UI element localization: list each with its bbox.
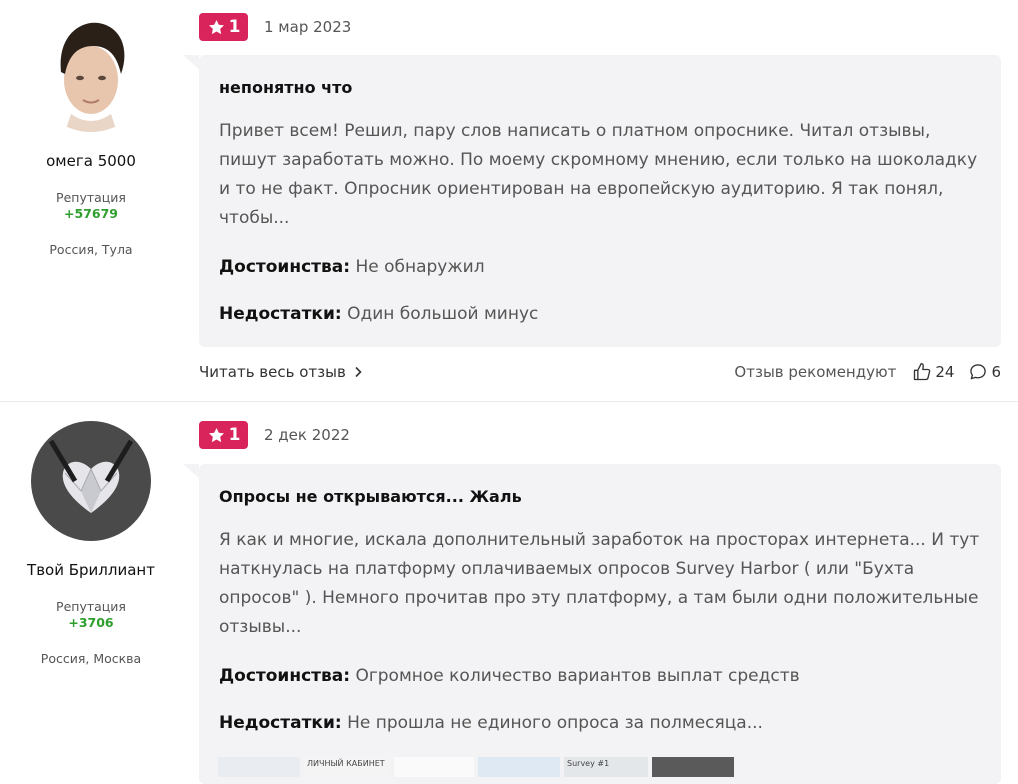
review-image[interactable] <box>652 757 734 777</box>
review-cons: Недостатки: Один большой минус <box>219 302 981 326</box>
comments-button[interactable]: 6 <box>968 362 1001 382</box>
reputation-label: Репутация <box>56 599 126 614</box>
star-icon <box>208 427 224 442</box>
author-location: Россия, Тула <box>49 242 133 257</box>
review-item: Твой Бриллиант Репутация +3706 Россия, М… <box>0 402 1018 784</box>
pros-label: Достоинства: <box>219 666 351 686</box>
review-meta: 1 1 мар 2023 <box>199 13 351 41</box>
review-text: Я как и многие, искала дополнительный за… <box>219 530 980 637</box>
review-image[interactable] <box>218 757 300 777</box>
review-pros: Достоинства: Огромное количество вариант… <box>219 664 981 688</box>
comment-count: 6 <box>991 363 1001 381</box>
like-count: 24 <box>935 363 955 381</box>
pros-label: Достоинства: <box>219 257 351 277</box>
review-card: непонятно что Привет всем! Решил, пару с… <box>183 55 1001 347</box>
pros-text: Огромное количество вариантов выплат сре… <box>355 666 800 686</box>
author-location: Россия, Москва <box>40 651 142 666</box>
chevron-right-icon <box>355 366 362 378</box>
author-name[interactable]: Твой Бриллиант <box>0 561 182 579</box>
review-item: омега 5000 Репутация +57679 Россия, Тула… <box>0 0 1018 402</box>
review-date: 1 мар 2023 <box>264 18 352 36</box>
review-cons: Недостатки: Не прошла не единого опроса … <box>219 711 981 735</box>
review-image[interactable]: Survey #1 <box>564 757 648 777</box>
recommend-label: Отзыв рекомендуют <box>734 363 897 381</box>
review-image[interactable]: ЛИЧНЫЙ КАБИНЕТ <box>304 757 390 777</box>
avatar[interactable] <box>31 421 151 541</box>
cons-text: Один большой минус <box>347 304 539 324</box>
read-more-link[interactable]: Читать весь отзыв <box>199 363 363 381</box>
review-author: Твой Бриллиант Репутация +3706 Россия, М… <box>0 421 182 666</box>
cons-label: Недостатки: <box>219 713 342 733</box>
star-icon <box>208 19 224 34</box>
rating-badge: 1 <box>199 13 248 41</box>
rating-value: 1 <box>228 425 241 445</box>
comment-icon <box>970 364 987 380</box>
read-more-label: Читать весь отзыв <box>199 363 346 381</box>
cons-text: Не прошла не единого опроса за полмесяца… <box>347 713 763 733</box>
review-text: Привет всем! Решил, пару слов написать о… <box>219 121 978 228</box>
pros-text: Не обнаружил <box>355 257 485 277</box>
review-images: ЛИЧНЫЙ КАБИНЕТ Survey #1 <box>218 757 734 777</box>
cons-label: Недостатки: <box>219 304 342 324</box>
reputation-label: Репутация <box>56 190 126 205</box>
review-pros: Достоинства: Не обнаружил <box>219 255 981 279</box>
rating-badge: 1 <box>199 421 248 449</box>
like-button[interactable]: 24 <box>912 362 954 382</box>
reputation-value: +3706 <box>68 615 114 630</box>
review-author: омега 5000 Репутация +57679 Россия, Тула <box>0 12 182 257</box>
review-title[interactable]: непонятно что <box>219 77 981 99</box>
thumbs-up-icon <box>914 363 931 381</box>
rating-value: 1 <box>228 17 241 37</box>
review-card: Опросы не открываются... Жаль Я как и мн… <box>183 464 1001 784</box>
review-image[interactable] <box>478 757 560 777</box>
review-title[interactable]: Опросы не открываются... Жаль <box>219 486 981 508</box>
reputation-value: +57679 <box>64 206 118 221</box>
review-date: 2 дек 2022 <box>264 426 350 444</box>
author-name[interactable]: омега 5000 <box>0 152 182 170</box>
review-footer: Читать весь отзыв Отзыв рекомендуют 24 6 <box>199 358 1001 386</box>
review-meta: 1 2 дек 2022 <box>199 421 350 449</box>
avatar[interactable] <box>31 12 151 132</box>
review-image[interactable] <box>394 757 474 777</box>
